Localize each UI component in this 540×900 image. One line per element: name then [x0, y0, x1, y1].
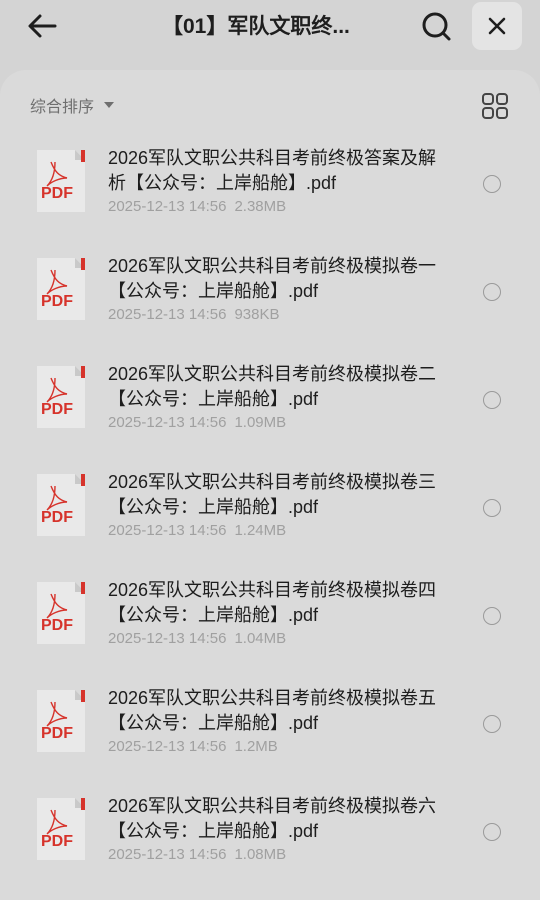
file-size: 1.2MB: [234, 738, 278, 755]
back-button[interactable]: [22, 8, 62, 44]
file-date: 2025-12-13 14:56: [108, 198, 227, 215]
pdf-file-icon: PDF: [37, 474, 85, 536]
pdf-file-icon: PDF: [37, 582, 85, 644]
top-bar: 【01】军队文职终...: [0, 0, 540, 56]
search-button[interactable]: [416, 8, 456, 44]
pdf-file-icon: PDF: [37, 258, 85, 320]
select-radio[interactable]: [483, 499, 501, 517]
file-name: 2026军队文职公共科目考前终极模拟卷三【公众号：上岸船舱】.pdf: [108, 472, 437, 517]
select-radio[interactable]: [483, 715, 501, 733]
file-size: 938KB: [234, 306, 280, 323]
file-list-item[interactable]: PDF 2026军队文职公共科目考前终极模拟卷六【公众号：上岸船舱】.pdf 2…: [0, 794, 540, 894]
file-meta: 2025-12-13 14:56 1.09MB: [108, 414, 286, 431]
file-list-item[interactable]: PDF 2026军队文职公共科目考前终极模拟卷二【公众号：上岸船舱】.pdf 2…: [0, 362, 540, 462]
pdf-file-icon: PDF: [37, 798, 85, 860]
file-date: 2025-12-13 14:56: [108, 738, 227, 755]
pdf-file-icon: PDF: [37, 366, 85, 428]
file-size: 2.38MB: [234, 198, 287, 215]
back-arrow-icon: [28, 14, 57, 38]
pdf-badge: PDF: [41, 185, 73, 202]
file-name: 2026军队文职公共科目考前终极模拟卷五【公众号：上岸船舱】.pdf: [108, 688, 437, 733]
file-name: 2026军队文职公共科目考前终极答案及解析【公众号：上岸船舱】.pdf: [108, 148, 437, 193]
file-size: 1.09MB: [234, 414, 287, 431]
select-radio[interactable]: [483, 607, 501, 625]
caret-down-icon: [104, 102, 115, 108]
file-name: 2026军队文职公共科目考前终极模拟卷四【公众号：上岸船舱】.pdf: [108, 580, 437, 625]
search-icon: [422, 12, 451, 41]
pdf-badge: PDF: [41, 833, 73, 850]
file-list-item[interactable]: PDF 2026军队文职公共科目考前终极模拟卷三【公众号：上岸船舱】.pdf 2…: [0, 470, 540, 570]
file-meta: 2025-12-13 14:56 938KB: [108, 306, 279, 323]
file-name: 2026军队文职公共科目考前终极模拟卷一【公众号：上岸船舱】.pdf: [108, 256, 437, 301]
file-size: 1.24MB: [234, 522, 287, 539]
file-list-item[interactable]: PDF 2026军队文职公共科目考前终极模拟卷四【公众号：上岸船舱】.pdf 2…: [0, 578, 540, 678]
pdf-badge: PDF: [41, 509, 73, 526]
close-icon: [488, 17, 506, 35]
file-size: 1.08MB: [234, 846, 287, 863]
file-meta: 2025-12-13 14:56 1.2MB: [108, 738, 278, 755]
file-list-item[interactable]: PDF 2026军队文职公共科目考前终极模拟卷一【公众号：上岸船舱】.pdf 2…: [0, 254, 540, 354]
pdf-badge: PDF: [41, 725, 73, 742]
file-date: 2025-12-13 14:56: [108, 846, 227, 863]
sort-dropdown[interactable]: 综合排序: [30, 92, 115, 118]
pdf-file-icon: PDF: [37, 150, 85, 212]
file-meta: 2025-12-13 14:56 1.08MB: [108, 846, 286, 863]
select-radio[interactable]: [483, 283, 501, 301]
file-panel: 综合排序 PDF 2026军队文职公共科目考前终极答案及解析【公众号：上岸船舱】…: [0, 70, 540, 900]
file-date: 2025-12-13 14:56: [108, 414, 227, 431]
file-name: 2026军队文职公共科目考前终极模拟卷六【公众号：上岸船舱】.pdf: [108, 796, 437, 841]
pdf-badge: PDF: [41, 293, 73, 310]
select-radio[interactable]: [483, 823, 501, 841]
file-list-item[interactable]: PDF 2026军队文职公共科目考前终极答案及解析【公众号：上岸船舱】.pdf …: [0, 146, 540, 246]
grid-view-icon: [482, 93, 508, 119]
file-size: 1.04MB: [234, 630, 287, 647]
file-date: 2025-12-13 14:56: [108, 306, 227, 323]
file-meta: 2025-12-13 14:56 1.04MB: [108, 630, 286, 647]
close-button[interactable]: [472, 2, 522, 50]
pdf-badge: PDF: [41, 617, 73, 634]
file-list-item[interactable]: PDF 2026军队文职公共科目考前终极模拟卷五【公众号：上岸船舱】.pdf 2…: [0, 686, 540, 786]
file-meta: 2025-12-13 14:56 1.24MB: [108, 522, 286, 539]
select-radio[interactable]: [483, 175, 501, 193]
grid-view-button[interactable]: [481, 92, 509, 120]
select-radio[interactable]: [483, 391, 501, 409]
pdf-file-icon: PDF: [37, 690, 85, 752]
file-meta: 2025-12-13 14:56 2.38MB: [108, 198, 286, 215]
pdf-badge: PDF: [41, 401, 73, 418]
file-name: 2026军队文职公共科目考前终极模拟卷二【公众号：上岸船舱】.pdf: [108, 364, 437, 409]
sort-label: 综合排序: [30, 99, 95, 116]
page-title: 【01】军队文职终...: [162, 15, 350, 38]
file-date: 2025-12-13 14:56: [108, 522, 227, 539]
file-date: 2025-12-13 14:56: [108, 630, 227, 647]
